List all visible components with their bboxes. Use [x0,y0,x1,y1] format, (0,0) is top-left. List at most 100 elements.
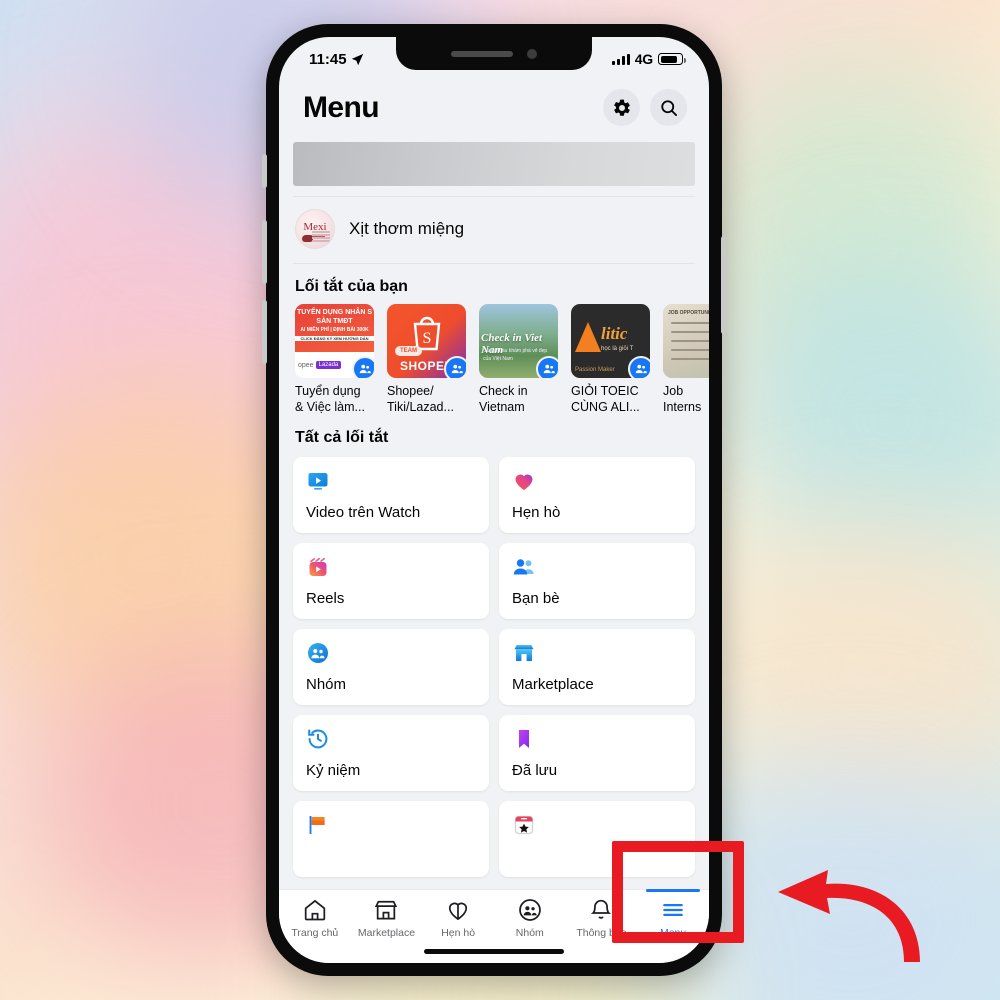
tile-friends[interactable]: Bạn bè [499,543,695,620]
bell-icon [591,899,612,919]
saved-bookmark-icon [519,730,529,749]
nav-item-marketplace[interactable]: Marketplace [351,897,421,939]
tile-label: Video trên Watch [306,504,421,522]
avatar: Mexi [295,209,335,249]
shortcut-thumbnail: S TEAM SHOPEE [387,304,466,378]
tile-memories[interactable]: Kỷ niệm [293,715,489,792]
marketplace-outline-icon [375,900,398,920]
shortcut-label: Tuyển dụng & Việc làm... [295,384,365,414]
tile-dating[interactable]: Hẹn hò [499,457,695,534]
profile-placeholder-bar [293,142,695,186]
shortcut-item[interactable]: JOB OPPORTUNITIES Job Interns [663,304,709,415]
alitic-tagline: học là giỏi T [601,346,634,352]
network-label: 4G [634,51,653,67]
volume-up-button[interactable] [262,220,267,284]
groups-outline-icon [518,899,541,921]
reels-icon [309,558,327,577]
search-button[interactable] [650,89,687,126]
tile-saved[interactable]: Đã lưu [499,715,695,792]
page-name: Xịt thơm miệng [349,219,465,238]
phone-device: 11:45 4G Menu Mexi Xịt thơm miệng Lối tắ… [262,24,726,976]
tile-label: Đã lưu [512,762,558,780]
tile-label: Nhóm [306,676,347,694]
page-row[interactable]: Mexi Xịt thơm miệng [279,197,709,263]
nav-item-dating[interactable]: Hẹn hò [423,897,493,939]
battery-icon [658,53,686,65]
chip-lazada: Lazada [315,361,342,369]
dating-outline-icon [449,902,468,921]
group-badge-icon [444,356,466,378]
shortcut-label: Shopee/ Tiki/Lazad... [387,384,454,414]
shortcut-thumbnail: JOB OPPORTUNITIES [663,304,709,378]
team-chip: TEAM [395,346,422,356]
status-time: 11:45 [309,50,347,68]
status-bar: 11:45 4G [279,37,709,81]
avatar-lines [312,231,330,243]
mute-switch[interactable] [262,154,267,188]
alitic-wordmark: litic [601,324,628,343]
tile-label: Bạn bè [512,590,560,608]
shortcut-item[interactable]: TUYỂN DỤNG NHÂN S SÀN TMĐT AI MIỄN PHÍ |… [295,304,374,415]
nav-label: Trang chủ [291,927,339,939]
alitic-footer: Passion Maker [575,367,615,373]
tile-label: Reels [306,590,345,608]
tile-video-watch[interactable]: Video trên Watch [293,457,489,534]
shortcut-label: Job Interns [663,384,702,414]
power-button[interactable] [721,236,726,334]
search-icon [660,99,677,116]
location-arrow-icon [351,53,363,65]
thumb-line-4: CLICK ĐĂNG KÝ XEM HƯỚNG DẪN [295,335,374,342]
chip-shopee: opee [298,361,314,369]
tile-groups[interactable]: Nhóm [293,629,489,706]
shortcut-item[interactable]: Check in Viet Nam Cùng nhau khám phá vẻ … [479,304,558,415]
shortcut-thumbnail: TUYỂN DỤNG NHÂN S SÀN TMĐT AI MIỄN PHÍ |… [295,304,374,378]
shortcuts-rail[interactable]: TUYỂN DỤNG NHÂN S SÀN TMĐT AI MIỄN PHÍ |… [279,304,709,415]
status-bar-right: 4G [611,51,686,67]
shortcut-tiles-grid: Video trên Watch Hẹn hò Reels Bạn bè Nhó… [279,457,709,878]
job-thumb-lines [671,322,709,367]
group-badge-icon [628,356,650,378]
shortcut-item[interactable]: litic học là giỏi T Passion Maker GIỎI T… [571,304,650,415]
alitic-triangle-icon [575,322,601,352]
header-actions [603,89,687,126]
shortcut-item[interactable]: S TEAM SHOPEE Shopee/ Tiki/Lazad... [387,304,466,415]
thumb-line-1: TUYỂN DỤNG NHÂN S [296,309,373,316]
groups-icon [308,643,328,664]
menu-content: Mexi Xịt thơm miệng Lối tắt của bạn TUYỂ… [279,142,709,878]
all-shortcuts-section-title: Tất cả lối tắt [295,429,389,447]
gear-icon [613,99,630,116]
tile-marketplace[interactable]: Marketplace [499,629,695,706]
thumb-line-2: SÀN TMĐT [316,318,353,326]
annotation-highlight-box [612,841,744,943]
nav-label: Hẹn hò [441,927,476,939]
nav-label: Nhóm [515,927,544,939]
nav-label: Marketplace [357,927,416,939]
curved-arrow-left-icon [778,870,920,962]
page-title: Menu [303,90,380,124]
memories-clock-icon [308,729,328,749]
tile-label: Kỷ niệm [306,762,361,780]
shortcut-thumbnail: litic học là giỏi T Passion Maker [571,304,650,378]
app-header: Menu [279,81,709,138]
marketplace-icon [514,645,534,662]
tile-label: Marketplace [512,676,594,694]
volume-down-button[interactable] [262,300,267,364]
home-indicator [424,949,564,954]
settings-button[interactable] [603,89,640,126]
shortcut-label: Check in Vietnam [479,384,528,414]
tile-reels[interactable]: Reels [293,543,489,620]
signal-bars-icon [611,53,630,65]
home-icon [304,899,326,921]
friends-icon [513,559,534,575]
pages-flag-icon [309,816,325,835]
job-thumb-heading: JOB OPPORTUNITIES [668,310,709,316]
nav-item-home[interactable]: Trang chủ [280,897,350,939]
phone-screen: 11:45 4G Menu Mexi Xịt thơm miệng Lối tắ… [279,37,709,963]
group-badge-icon [352,356,374,378]
shortcut-label: GIỎI TOEIC CÙNG ALI... [571,384,640,414]
shortcut-thumb-text: TUYỂN DỤNG NHÂN S SÀN TMĐT AI MIỄN PHÍ |… [295,304,374,352]
tile-label: Hẹn hò [512,504,561,522]
tile-pages[interactable] [293,801,489,878]
svg-text:S: S [422,330,431,347]
nav-item-groups[interactable]: Nhóm [495,897,565,939]
